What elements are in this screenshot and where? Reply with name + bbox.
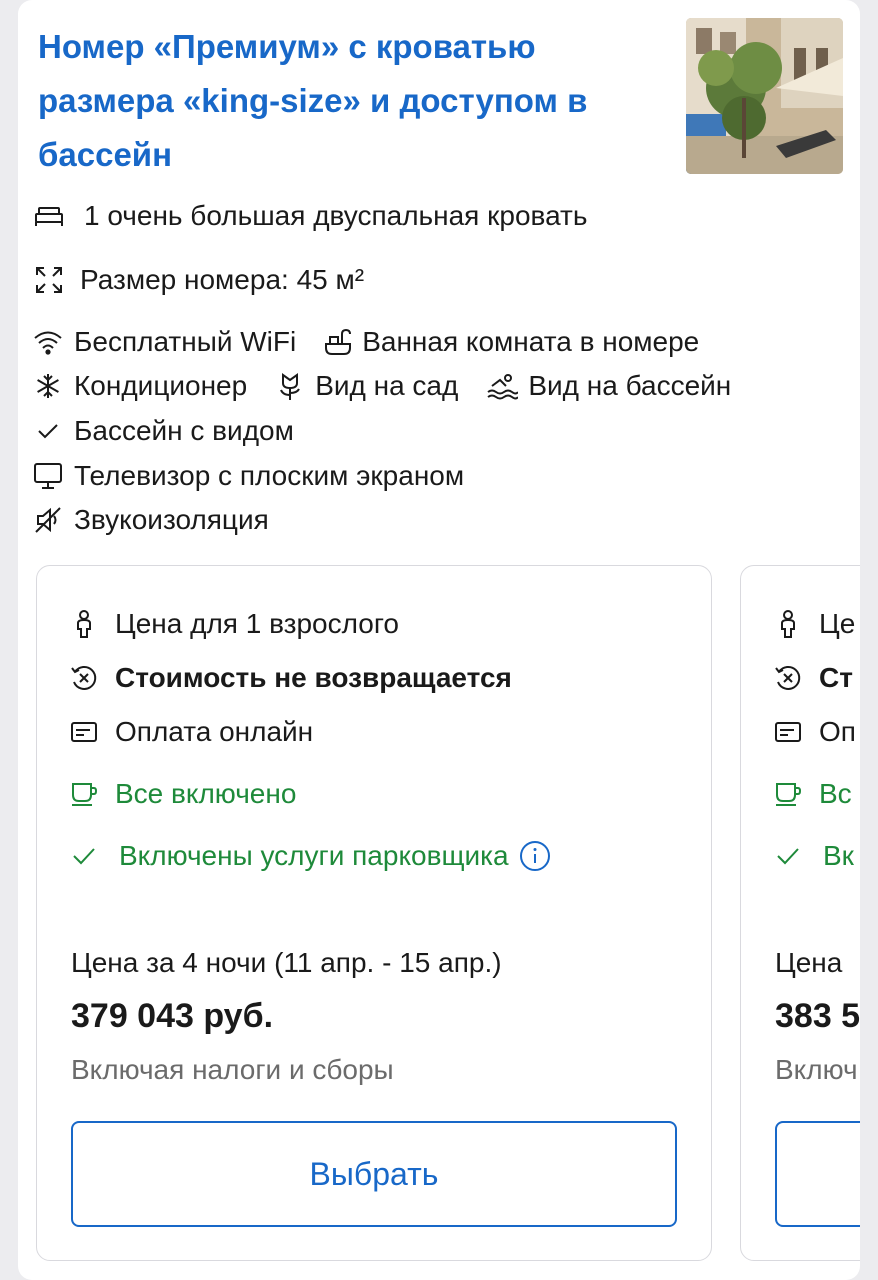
select-button[interactable]: Выбрать bbox=[71, 1121, 677, 1227]
amenity-aircon-label: Кондиционер bbox=[74, 370, 248, 401]
room-card: Номер «Премиум» с кроватью размера «king… bbox=[18, 0, 860, 1280]
rate-meals: Все включено bbox=[69, 778, 296, 810]
rate-meals: Вс bbox=[773, 778, 852, 810]
rate-payment: Оп bbox=[773, 716, 856, 748]
rate-meals-label: Все включено bbox=[115, 778, 297, 809]
bed-icon bbox=[32, 204, 66, 228]
room-title[interactable]: Номер «Премиум» с кроватью размера «king… bbox=[38, 20, 678, 182]
price-total: 383 5 bbox=[775, 997, 860, 1035]
coffee-cup-icon bbox=[773, 781, 803, 807]
amenity-wifi: Бесплатный WiFi bbox=[32, 326, 296, 358]
price-taxes-note: Включ bbox=[775, 1054, 858, 1085]
coffee-cup-icon bbox=[69, 781, 99, 807]
rate-option: Цена для 1 взрослого Стоимость не возвра… bbox=[36, 565, 712, 1261]
price-period: Цена за 4 ночи (11 апр. - 15 апр.) bbox=[71, 947, 502, 978]
room-photo[interactable] bbox=[686, 18, 843, 174]
flower-icon bbox=[275, 371, 305, 401]
card-icon bbox=[69, 721, 99, 743]
amenity-pool-view-label: Вид на бассейн bbox=[528, 370, 732, 401]
snowflake-icon bbox=[32, 372, 64, 400]
no-refund-icon bbox=[773, 664, 803, 692]
amenities-line-2: Кондиционер Вид на сад Вид на бассейн bbox=[32, 370, 731, 402]
checkmark-icon bbox=[32, 421, 64, 441]
amenity-pool-view: Вид на бассейн bbox=[486, 370, 731, 402]
green-checkmark-icon bbox=[69, 845, 99, 867]
room-size-info: Размер номера: 45 м² bbox=[32, 264, 364, 296]
rate-parking: Вк bbox=[773, 840, 854, 872]
room-size-label: Размер номера: 45 м² bbox=[80, 264, 365, 295]
rate-payment-label: Оплата онлайн bbox=[115, 716, 314, 747]
amenities-line-1: Бесплатный WiFi Ванная комната в номере bbox=[32, 326, 699, 358]
amenity-wifi-label: Бесплатный WiFi bbox=[74, 326, 297, 357]
amenity-aircon: Кондиционер bbox=[32, 370, 247, 402]
rate-parking: Включены услуги парковщика bbox=[69, 840, 551, 872]
select-button[interactable] bbox=[775, 1121, 860, 1227]
tv-icon bbox=[32, 462, 64, 490]
rate-refund-label: Стоимость не возвращается bbox=[115, 662, 512, 693]
bed-info: 1 очень большая двуспальная кровать bbox=[32, 200, 587, 232]
price-period: Цена bbox=[775, 947, 843, 978]
amenity-bathroom: Ванная комната в номере bbox=[322, 326, 699, 358]
amenity-tv: Телевизор с плоским экраном bbox=[32, 460, 464, 492]
amenity-tv-label: Телевизор с плоским экраном bbox=[74, 460, 465, 491]
rate-parking-label: Вк bbox=[823, 840, 854, 871]
swimming-icon bbox=[486, 372, 519, 400]
bed-label: 1 очень большая двуспальная кровать bbox=[84, 200, 588, 231]
info-icon[interactable] bbox=[519, 840, 551, 872]
amenity-soundproof-label: Звукоизоляция bbox=[74, 504, 269, 535]
green-checkmark-icon bbox=[773, 845, 803, 867]
card-icon bbox=[773, 721, 803, 743]
rate-guests: Це bbox=[773, 608, 855, 640]
rate-guests-label: Це bbox=[819, 608, 856, 639]
no-refund-icon bbox=[69, 664, 99, 692]
rate-parking-label: Включены услуги парковщика bbox=[119, 840, 509, 871]
rate-guests-label: Цена для 1 взрослого bbox=[115, 608, 400, 639]
rate-guests: Цена для 1 взрослого bbox=[69, 608, 399, 640]
rate-refund-label: Ст bbox=[819, 662, 853, 693]
person-icon bbox=[773, 609, 803, 639]
bath-icon bbox=[322, 328, 354, 356]
amenity-bathroom-label: Ванная комната в номере bbox=[362, 326, 700, 357]
price-total: 379 043 руб. bbox=[71, 997, 274, 1035]
person-icon bbox=[69, 609, 99, 639]
expand-icon bbox=[32, 266, 66, 294]
rate-payment-label: Оп bbox=[819, 716, 856, 747]
amenity-pool: Бассейн с видом bbox=[32, 415, 294, 447]
amenity-pool-label: Бассейн с видом bbox=[74, 415, 294, 446]
amenity-garden-view: Вид на сад bbox=[275, 370, 458, 402]
amenity-garden-view-label: Вид на сад bbox=[315, 370, 459, 401]
price-taxes-note: Включая налоги и сборы bbox=[71, 1054, 394, 1085]
amenity-soundproof: Звукоизоляция bbox=[32, 504, 269, 536]
mute-icon bbox=[32, 506, 64, 534]
rate-meals-label: Вс bbox=[819, 778, 852, 809]
wifi-icon bbox=[32, 329, 64, 355]
rate-payment: Оплата онлайн bbox=[69, 716, 313, 748]
rate-refund: Ст bbox=[773, 662, 853, 694]
rate-option-2: Це Ст Оп Вс Вк Цена 383 5 Включ bbox=[740, 565, 860, 1261]
rate-refund: Стоимость не возвращается bbox=[69, 662, 512, 694]
